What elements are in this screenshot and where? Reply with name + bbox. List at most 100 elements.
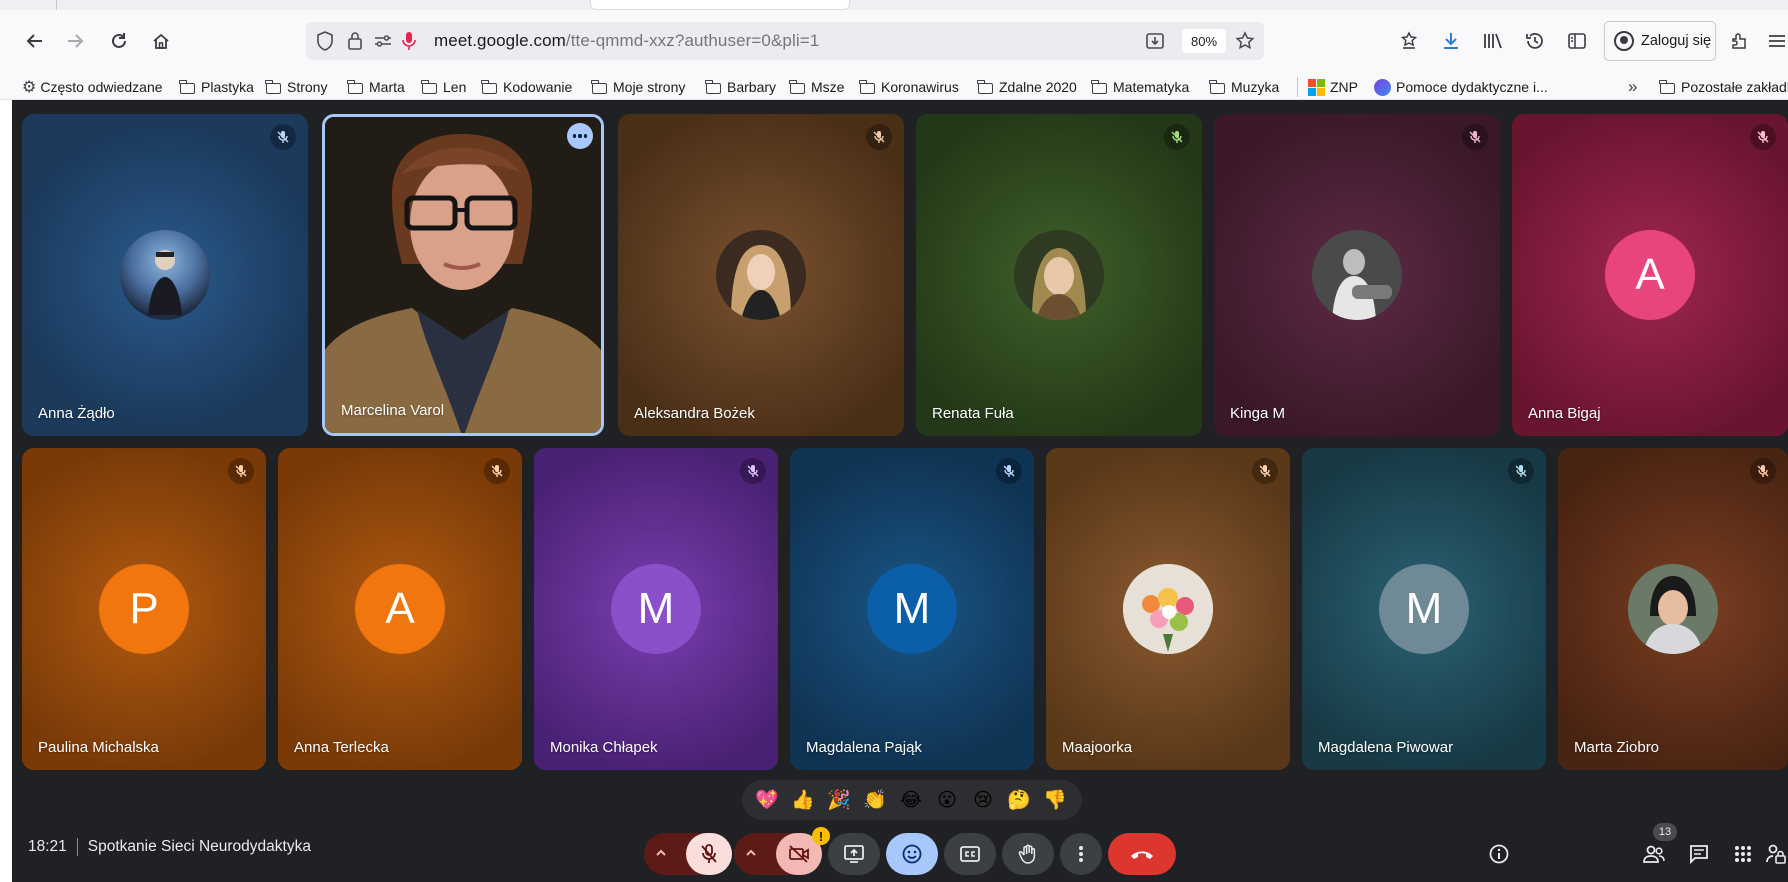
downloads-icon[interactable] — [1436, 26, 1466, 56]
participant-tile-active-speaker[interactable]: Marcelina Varol — [322, 114, 604, 436]
participant-tile[interactable]: M Monika Chłapek — [534, 448, 778, 770]
chevron-up-icon[interactable] — [744, 846, 758, 865]
bookmark-folder-barbary[interactable]: Barbary — [705, 77, 776, 97]
participant-tile[interactable]: A Anna Bigaj — [1512, 114, 1788, 436]
microphone-in-use-icon[interactable] — [398, 30, 420, 52]
bookmark-pomoce-dydaktyczne[interactable]: Pomoce dydaktyczne i... — [1374, 77, 1548, 97]
camera-control[interactable] — [734, 833, 822, 875]
reaction-party-popper[interactable]: 🎉 — [826, 787, 852, 813]
bookmark-label: Muzyka — [1231, 79, 1280, 95]
participant-tile[interactable]: Aleksandra Bożek — [618, 114, 904, 436]
more-bookmarks-chevron-icon[interactable]: » — [1628, 77, 1637, 97]
bookmark-star-icon[interactable] — [1234, 30, 1256, 52]
forward-arrow-icon[interactable] — [60, 26, 90, 56]
reaction-clapping[interactable]: 👏 — [862, 787, 888, 813]
participant-name: Maajoorka — [1062, 739, 1133, 756]
bookmark-label: Msze — [811, 79, 845, 95]
bookmark-folder-msze[interactable]: Msze — [789, 77, 845, 97]
chevron-up-icon[interactable] — [654, 846, 668, 865]
shield-icon[interactable] — [314, 30, 336, 52]
bookmark-label: Marta — [369, 79, 405, 95]
home-icon[interactable] — [146, 26, 176, 56]
captions-button[interactable] — [944, 833, 996, 875]
bookmark-folder-len[interactable]: Len — [421, 77, 466, 97]
bookmark-folder-moje-strony[interactable]: Moje strony — [591, 77, 685, 97]
bookmark-folder-marta[interactable]: Marta — [347, 77, 405, 97]
bookmark-folder-other[interactable]: Pozostałe zakładki — [1659, 77, 1788, 97]
participant-letter-avatar: P — [99, 564, 189, 654]
meet-stage: Anna Żądło Marcelina Varol Aleksandra Bo… — [12, 100, 1788, 882]
bookmark-folder-strony[interactable]: Strony — [265, 77, 327, 97]
permissions-icon[interactable] — [372, 30, 394, 52]
tab-strip — [0, 0, 1788, 10]
reaction-thinking[interactable]: 🤔 — [1006, 787, 1032, 813]
participant-tile[interactable]: M Magdalena Pająk — [790, 448, 1034, 770]
sidebar-icon[interactable] — [1562, 26, 1592, 56]
participant-tile[interactable]: M Magdalena Piwowar — [1302, 448, 1546, 770]
lock-icon[interactable] — [344, 30, 366, 52]
host-controls-button[interactable] — [1764, 837, 1788, 871]
participant-name: Anna Terlecka — [294, 739, 389, 756]
participant-name: Kinga M — [1230, 405, 1286, 422]
reactions-toggle-button[interactable] — [886, 833, 938, 875]
reaction-thumbs-down[interactable]: 👎 — [1042, 787, 1068, 813]
meeting-details-button[interactable] — [1482, 837, 1516, 871]
muted-mic-icon — [1750, 124, 1776, 150]
bookmark-folder-zdalne-2020[interactable]: Zdalne 2020 — [977, 77, 1077, 97]
participant-tile[interactable]: Renata Fuła — [916, 114, 1202, 436]
bookmark-znp[interactable]: ZNP — [1308, 77, 1358, 97]
present-screen-button[interactable] — [828, 833, 880, 875]
reaction-sad[interactable]: 😢 — [970, 787, 996, 813]
chat-button[interactable] — [1682, 837, 1716, 871]
participant-tile[interactable]: P Paulina Michalska — [22, 448, 266, 770]
bookmark-folder-kodowanie[interactable]: Kodowanie — [481, 77, 572, 97]
participant-tile[interactable]: Anna Żądło — [22, 114, 308, 436]
reload-icon[interactable] — [104, 26, 134, 56]
bookmark-label: Często odwiedzane — [40, 79, 163, 95]
participant-tile[interactable]: A Anna Terlecka — [278, 448, 522, 770]
more-options-button[interactable] — [567, 123, 593, 149]
bookmark-folder-plastyka[interactable]: Plastyka — [179, 77, 254, 97]
people-button[interactable] — [1637, 837, 1671, 871]
active-tab[interactable] — [590, 0, 850, 10]
menu-icon[interactable] — [1762, 26, 1788, 56]
login-button[interactable]: Zaloguj się — [1604, 21, 1716, 61]
activities-button[interactable] — [1726, 837, 1760, 871]
zoom-level-badge[interactable]: 80% — [1182, 29, 1226, 53]
microphone-control[interactable] — [644, 833, 732, 875]
bookmark-folder-matematyka[interactable]: Matematyka — [1091, 77, 1189, 97]
library-icon[interactable] — [1478, 26, 1508, 56]
reaction-surprised[interactable]: 😮 — [934, 787, 960, 813]
reaction-laughing[interactable]: 😂 — [898, 787, 924, 813]
leave-call-button[interactable] — [1108, 833, 1176, 875]
mic-off-button[interactable] — [686, 833, 732, 875]
bookmark-folder-muzyka[interactable]: Muzyka — [1209, 77, 1280, 97]
participant-letter-avatar: M — [867, 564, 957, 654]
smiley-icon — [902, 844, 922, 864]
present-screen-icon — [844, 845, 864, 863]
participant-name: Marcelina Varol — [341, 402, 445, 419]
pocket-icon[interactable] — [1394, 26, 1424, 56]
bookmark-czesto-odwiedzane[interactable]: ⚙ Często odwiedzane — [22, 77, 163, 97]
save-to-pocket-icon[interactable] — [1144, 30, 1166, 52]
back-arrow-icon[interactable] — [20, 26, 50, 56]
raise-hand-button[interactable] — [1002, 833, 1054, 875]
login-label: Zaloguj się — [1641, 33, 1712, 49]
browser-toolbar: meet.google.com/tte-qmmd-xxz?authuser=0&… — [0, 10, 1788, 72]
more-vert-icon — [1079, 846, 1083, 862]
url-bar[interactable]: meet.google.com/tte-qmmd-xxz?authuser=0&… — [306, 22, 1264, 60]
bookmark-folder-koronawirus[interactable]: Koronawirus — [859, 77, 959, 97]
history-icon[interactable] — [1520, 26, 1550, 56]
more-options-button[interactable] — [1060, 833, 1102, 875]
participant-photo-avatar — [1312, 230, 1402, 320]
windows-logo-icon — [1308, 78, 1325, 96]
apps-grid-icon — [1735, 846, 1751, 862]
participant-tile[interactable]: Maajoorka — [1046, 448, 1290, 770]
url-text[interactable]: meet.google.com/tte-qmmd-xxz?authuser=0&… — [434, 31, 819, 51]
participant-tile[interactable]: Marta Ziobro — [1558, 448, 1788, 770]
folder-icon — [421, 79, 437, 94]
extensions-icon[interactable] — [1724, 26, 1754, 56]
reaction-thumbs-up[interactable]: 👍 — [790, 787, 816, 813]
participant-tile[interactable]: Kinga M — [1214, 114, 1500, 436]
reaction-sparkling-heart[interactable]: 💖 — [754, 787, 780, 813]
